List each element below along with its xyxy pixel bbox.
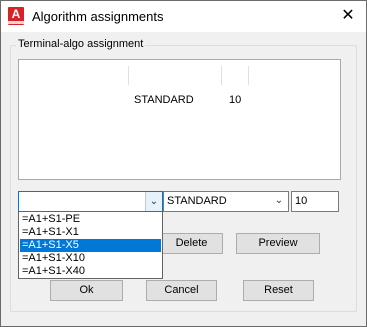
close-icon[interactable]: ✕ [337,6,359,26]
dropdown-option[interactable]: =A1+S1-PE [20,213,161,226]
reset-button[interactable]: Reset [243,280,314,301]
chevron-down-icon[interactable]: ⌄ [272,194,286,208]
dropdown-option[interactable]: =A1+S1-X1 [20,226,161,239]
dropdown-option[interactable]: =A1+S1-X40 [20,265,161,278]
terminal-combo[interactable]: ⌄ [18,191,163,212]
value-field-text: 10 [295,195,308,207]
list-cell-algo: STANDARD [134,94,194,106]
app-logo-icon: A [8,7,24,25]
algo-combo-value: STANDARD [167,195,227,207]
column-separator [128,66,129,85]
group-label: Terminal-algo assignment [16,38,146,50]
terminal-dropdown-list: =A1+S1-PE =A1+S1-X1 =A1+S1-X5 =A1+S1-X10… [18,211,163,279]
delete-button[interactable]: Delete [160,233,223,254]
cancel-button[interactable]: Cancel [146,280,217,301]
window-title: Algorithm assignments [32,9,164,24]
assignment-list[interactable]: STANDARD 10 [18,59,341,180]
chevron-down-icon[interactable]: ⌄ [145,192,162,211]
list-cell-value: 10 [229,94,242,106]
column-separator [221,66,222,85]
preview-button[interactable]: Preview [236,233,320,254]
value-field[interactable]: 10 [291,191,339,212]
ok-button[interactable]: Ok [50,280,123,301]
dropdown-option-selected[interactable]: =A1+S1-X5 [20,239,161,252]
column-separator [248,66,249,85]
title-bar: A Algorithm assignments ✕ [1,1,366,32]
dropdown-option[interactable]: =A1+S1-X10 [20,252,161,265]
algo-combo[interactable]: STANDARD ⌄ [163,191,289,212]
